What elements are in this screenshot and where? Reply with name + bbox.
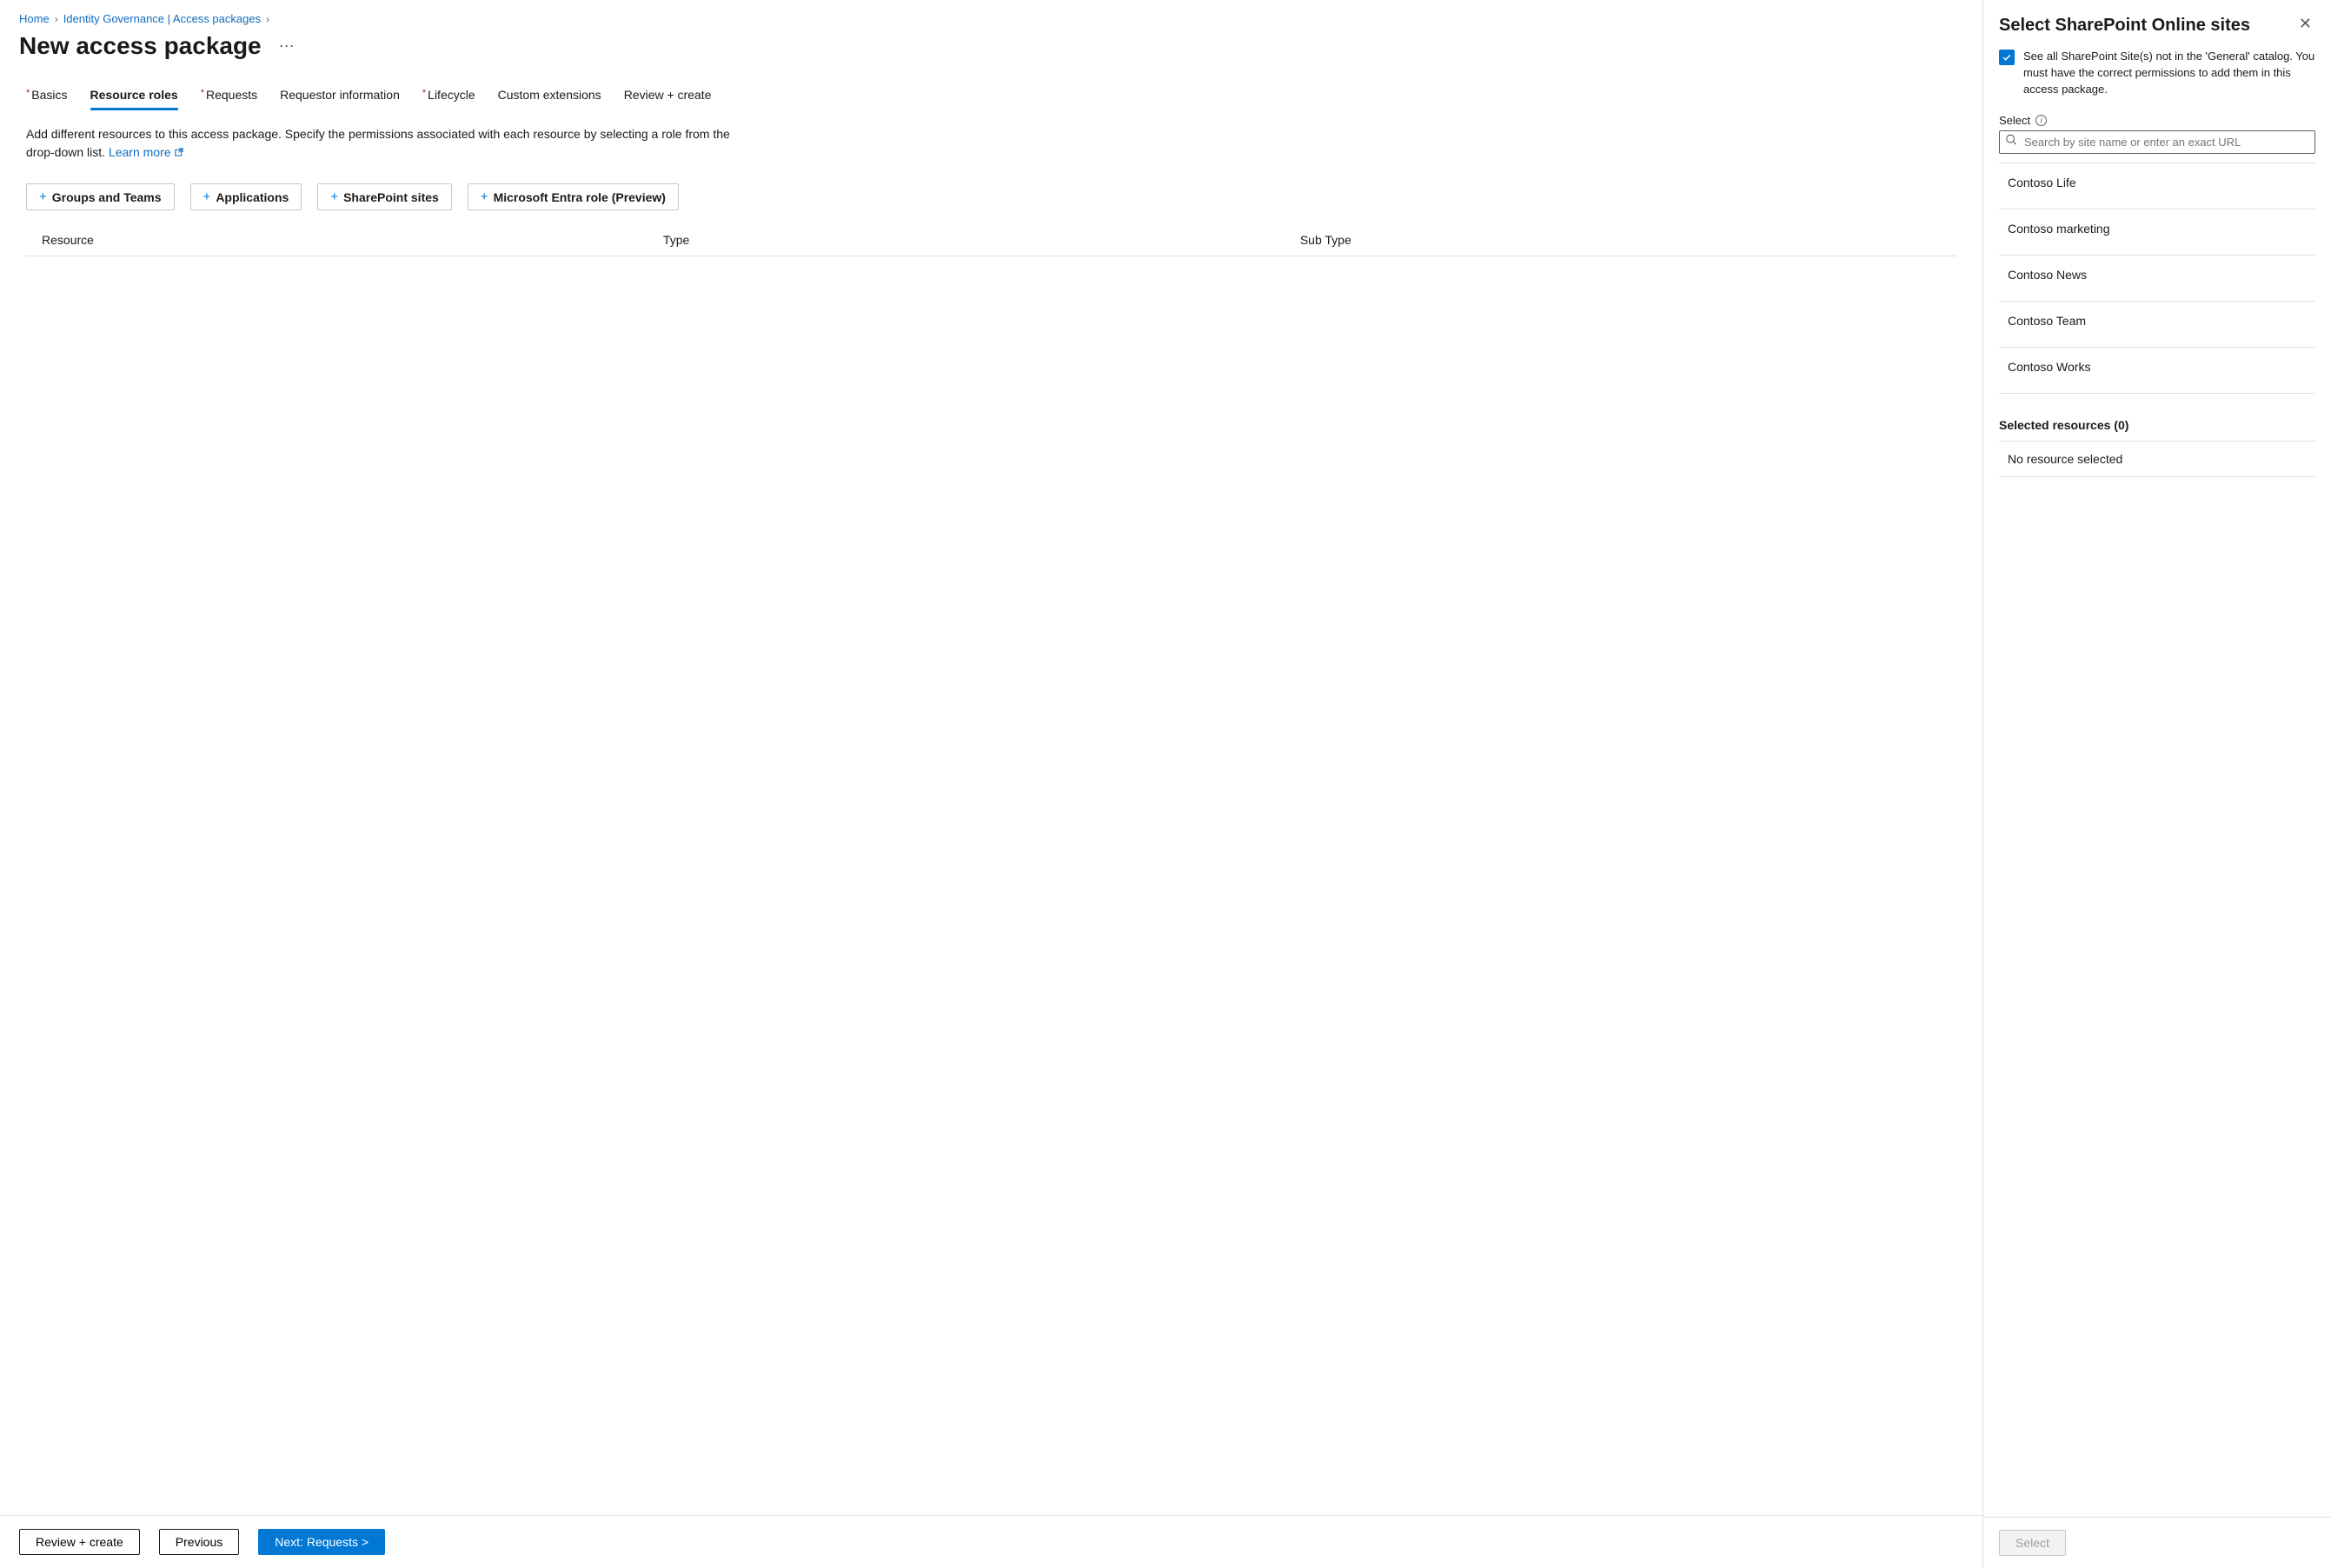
add-applications-button[interactable]: + Applications	[190, 183, 302, 210]
site-item[interactable]: Contoso News	[1999, 256, 2315, 302]
tab-label: Requests	[206, 88, 257, 102]
wizard-footer: Review + create Previous Next: Requests …	[0, 1515, 1982, 1568]
panel-title: Select SharePoint Online sites	[1999, 14, 2295, 37]
select-label: Select	[1999, 114, 2030, 127]
tab-review-create[interactable]: Review + create	[624, 83, 712, 110]
panel-select-button[interactable]: Select	[1999, 1530, 2066, 1556]
tab-description: Add different resources to this access p…	[0, 111, 782, 168]
page-title: New access package	[19, 32, 262, 60]
site-item[interactable]: Contoso Life	[1999, 163, 2315, 209]
tab-bar: *BasicsResource roles*RequestsRequestor …	[0, 67, 1982, 111]
required-indicator: *	[422, 88, 426, 98]
selected-resources-header: Selected resources (0)	[1999, 418, 2315, 432]
breadcrumb: Home › Identity Governance | Access pack…	[0, 0, 1982, 30]
select-sharepoint-panel: Select SharePoint Online sites ✕ See all…	[1983, 0, 2331, 1568]
tab-label: Basics	[31, 88, 67, 102]
close-icon[interactable]: ✕	[2295, 14, 2315, 33]
button-label: Groups and Teams	[52, 190, 162, 204]
previous-button[interactable]: Previous	[159, 1529, 239, 1555]
breadcrumb-identity-governance[interactable]: Identity Governance | Access packages	[63, 12, 261, 25]
add-microsoft-entra-role-preview--button[interactable]: + Microsoft Entra role (Preview)	[468, 183, 679, 210]
tab-resource-roles[interactable]: Resource roles	[90, 83, 178, 110]
next-button[interactable]: Next: Requests >	[258, 1529, 385, 1555]
plus-icon: +	[39, 189, 47, 204]
tab-custom-extensions[interactable]: Custom extensions	[498, 83, 601, 110]
button-label: SharePoint sites	[343, 190, 439, 204]
search-icon	[2005, 134, 2017, 150]
site-item[interactable]: Contoso Works	[1999, 348, 2315, 394]
tab-requestor-information[interactable]: Requestor information	[280, 83, 400, 110]
plus-icon: +	[203, 189, 211, 204]
learn-more-link[interactable]: Learn more	[109, 145, 184, 159]
button-label: Microsoft Entra role (Preview)	[494, 190, 666, 204]
breadcrumb-home[interactable]: Home	[19, 12, 50, 25]
site-search-input[interactable]	[1999, 130, 2315, 154]
review-create-button[interactable]: Review + create	[19, 1529, 140, 1555]
chevron-right-icon: ›	[55, 13, 58, 25]
plus-icon: +	[481, 189, 488, 204]
info-icon[interactable]: i	[2035, 115, 2047, 126]
plus-icon: +	[330, 189, 338, 204]
add-groups-and-teams-button[interactable]: + Groups and Teams	[26, 183, 175, 210]
external-link-icon	[174, 144, 184, 163]
more-icon[interactable]: ⋯	[276, 34, 300, 59]
col-resource: Resource	[26, 233, 663, 247]
tab-requests[interactable]: *Requests	[201, 83, 257, 110]
resource-buttons: + Groups and Teams + Applications + SharePoin…	[0, 168, 1982, 219]
required-indicator: *	[26, 88, 30, 98]
add-sharepoint-sites-button[interactable]: + SharePoint sites	[317, 183, 451, 210]
tab-label: Resource roles	[90, 88, 178, 102]
tab-label: Lifecycle	[428, 88, 475, 102]
tab-label: Requestor information	[280, 88, 400, 102]
tab-lifecycle[interactable]: *Lifecycle	[422, 83, 475, 110]
col-subtype: Sub Type	[1300, 233, 1937, 247]
col-type: Type	[663, 233, 1300, 247]
selected-resources-empty: No resource selected	[1999, 441, 2315, 477]
site-list: Contoso LifeContoso marketingContoso New…	[1999, 163, 2315, 394]
see-all-checkbox[interactable]	[1999, 50, 2015, 65]
tab-basics[interactable]: *Basics	[26, 83, 68, 110]
see-all-checkbox-label: See all SharePoint Site(s) not in the 'G…	[2023, 49, 2315, 98]
button-label: Applications	[216, 190, 289, 204]
site-item[interactable]: Contoso Team	[1999, 302, 2315, 348]
chevron-right-icon: ›	[266, 13, 269, 25]
tab-label: Review + create	[624, 88, 712, 102]
tab-label: Custom extensions	[498, 88, 601, 102]
resource-table-header: Resource Type Sub Type	[26, 224, 1956, 256]
required-indicator: *	[201, 88, 204, 98]
site-item[interactable]: Contoso marketing	[1999, 209, 2315, 256]
